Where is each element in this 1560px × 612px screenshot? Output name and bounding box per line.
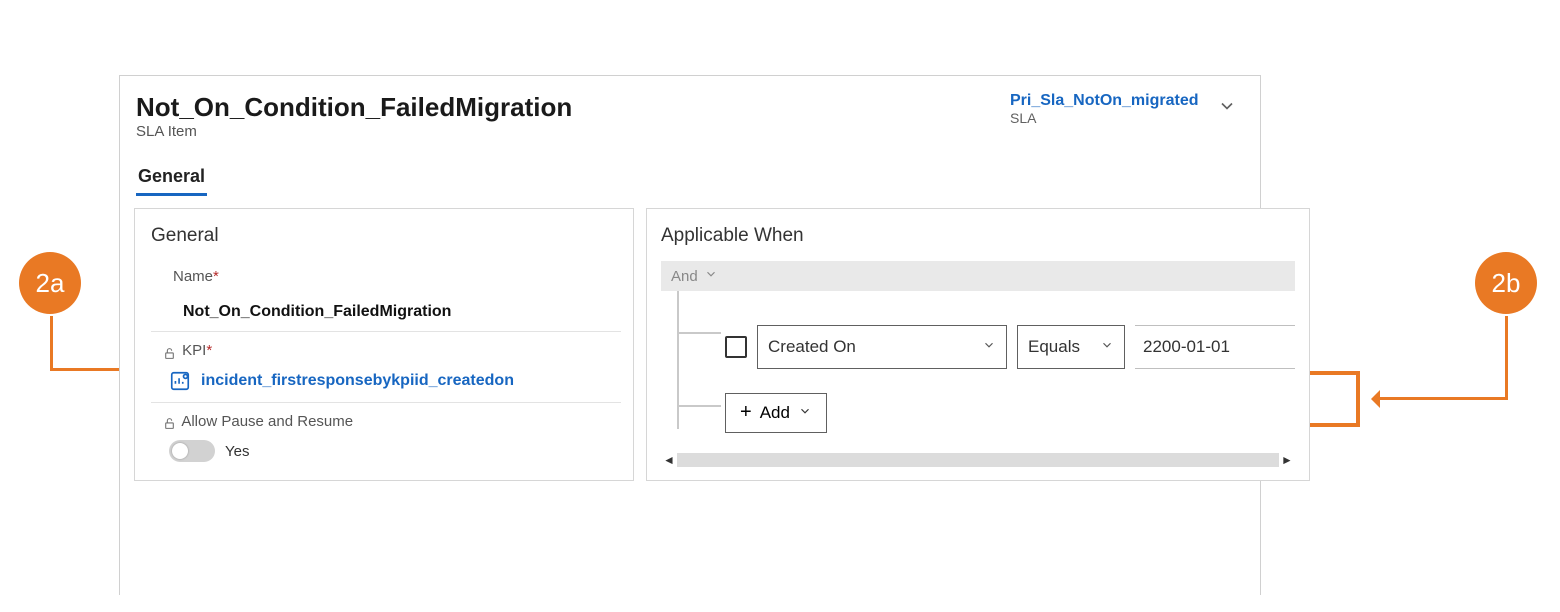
allow-pause-label: Allow Pause and Resume (163, 413, 621, 435)
header-left: Not_On_Condition_FailedMigration SLA Ite… (136, 92, 1010, 140)
chevron-down-icon (1100, 337, 1114, 357)
callout-2a-connector-v (50, 316, 53, 371)
condition-field-text: Created On (768, 337, 856, 357)
tab-strip: General (120, 146, 1260, 196)
scroll-left-icon[interactable]: ◄ (661, 453, 677, 467)
name-value[interactable]: Not_On_Condition_FailedMigration (151, 295, 621, 331)
add-condition-row: + Add (671, 369, 1295, 443)
required-star: * (213, 268, 219, 285)
callout-2b-connector-h (1378, 397, 1508, 400)
kpi-field: KPI* incident_firstresponsebykpiid_creat… (151, 331, 621, 402)
group-operator-and[interactable]: And (661, 261, 1295, 291)
add-condition-button[interactable]: + Add (725, 393, 827, 433)
chevron-down-icon[interactable] (1217, 92, 1237, 116)
condition-value-text: 2200-01-01 (1143, 337, 1230, 357)
callout-2b-connector-v (1505, 316, 1508, 400)
kpi-label: KPI* (163, 342, 621, 364)
horizontal-scrollbar[interactable]: ◄ ► (661, 451, 1295, 469)
condition-tree: Created On Equals 2200-01-01 (671, 291, 1295, 443)
chevron-down-icon (982, 337, 996, 357)
callout-2a: 2a (19, 252, 81, 314)
header-right[interactable]: Pri_Sla_NotOn_migrated SLA (1010, 92, 1240, 126)
kpi-value-link[interactable]: incident_firstresponsebykpiid_createdon (163, 364, 621, 396)
general-section-title: General (151, 225, 621, 247)
allow-pause-toggle[interactable] (169, 440, 215, 462)
callout-2a-connector-h (50, 368, 130, 371)
chevron-down-icon (704, 267, 718, 285)
lock-icon (163, 343, 176, 360)
parent-record-entity: SLA (1010, 110, 1199, 126)
required-star: * (206, 342, 212, 359)
applicable-when-title: Applicable When (661, 225, 1295, 247)
callout-2a-label: 2a (36, 268, 65, 299)
parent-record[interactable]: Pri_Sla_NotOn_migrated SLA (1010, 92, 1199, 126)
callout-2b-label: 2b (1492, 268, 1521, 299)
callout-2b-arrowhead (1362, 390, 1380, 408)
chevron-down-icon (798, 403, 812, 423)
callout-2b-bubble: 2b (1475, 252, 1537, 314)
condition-field-select[interactable]: Created On (757, 325, 1007, 369)
condition-value-input[interactable]: 2200-01-01 (1135, 325, 1295, 369)
callout-2b: 2b (1475, 252, 1537, 314)
name-field: Name* (151, 261, 621, 295)
record-entity: SLA Item (136, 123, 1010, 140)
allow-pause-value: Yes (225, 443, 249, 460)
applicable-when-section: Applicable When And Created On E (646, 208, 1310, 481)
form-header: Not_On_Condition_FailedMigration SLA Ite… (120, 76, 1260, 146)
allow-pause-toggle-row: Yes (163, 434, 621, 462)
parent-record-link[interactable]: Pri_Sla_NotOn_migrated (1010, 92, 1199, 110)
kpi-icon (169, 370, 191, 392)
callout-2a-bubble: 2a (19, 252, 81, 314)
lock-icon (163, 413, 176, 430)
condition-operator-text: Equals (1028, 337, 1080, 357)
form-frame: Not_On_Condition_FailedMigration SLA Ite… (119, 75, 1261, 595)
form-body: General Name* Not_On_Condition_FailedMig… (120, 196, 1260, 481)
allow-pause-field: Allow Pause and Resume Yes (151, 402, 621, 469)
add-label: Add (760, 403, 790, 423)
plus-icon: + (740, 402, 752, 424)
condition-row: Created On Equals 2200-01-01 (671, 291, 1295, 369)
tab-general[interactable]: General (136, 166, 207, 196)
condition-operator-select[interactable]: Equals (1017, 325, 1125, 369)
scroll-right-icon[interactable]: ► (1279, 453, 1295, 467)
general-section: General Name* Not_On_Condition_FailedMig… (134, 208, 634, 481)
name-label: Name* (173, 268, 621, 289)
group-operator-text: And (671, 268, 698, 285)
scroll-track[interactable] (677, 453, 1279, 467)
kpi-value-text: incident_firstresponsebykpiid_createdon (201, 372, 514, 390)
record-title: Not_On_Condition_FailedMigration (136, 92, 1010, 123)
condition-checkbox[interactable] (725, 336, 747, 358)
